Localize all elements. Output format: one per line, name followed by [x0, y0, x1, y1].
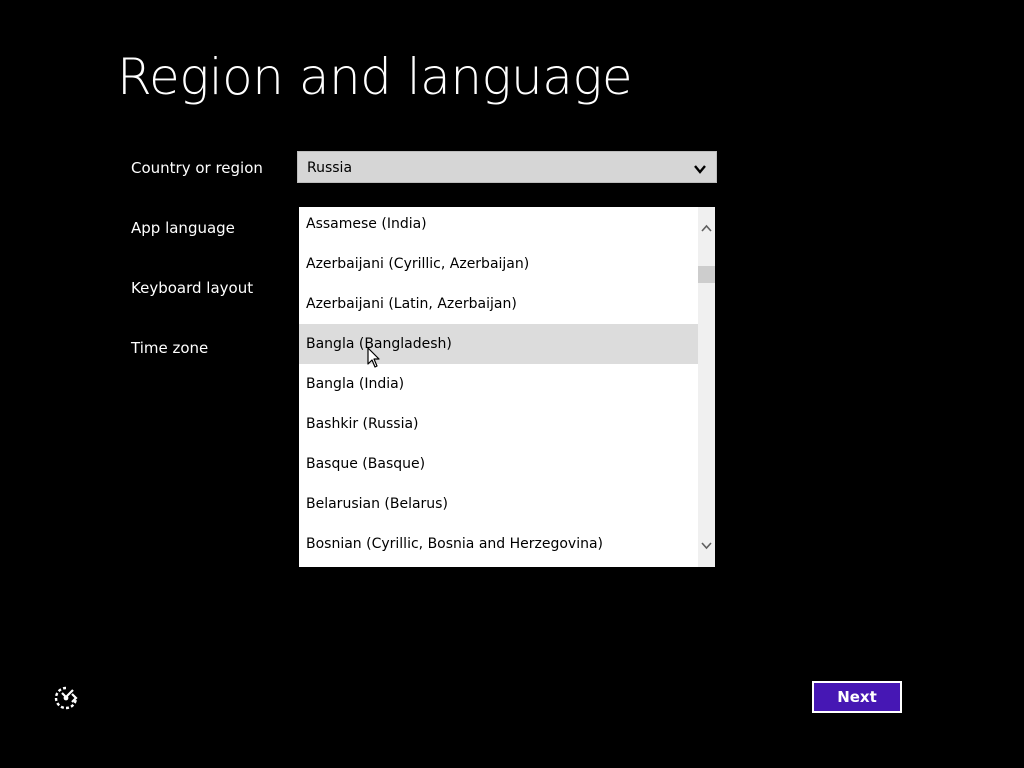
- list-item[interactable]: Basque (Basque): [299, 444, 698, 484]
- list-item-hovered[interactable]: Bangla (Bangladesh): [299, 324, 715, 364]
- dropdown-scrollbar[interactable]: [698, 207, 715, 567]
- setup-page: Region and language Country or region Ap…: [0, 0, 1024, 768]
- list-item[interactable]: Azerbaijani (Cyrillic, Azerbaijan): [299, 244, 698, 284]
- scroll-up-icon[interactable]: [698, 220, 715, 237]
- country-select[interactable]: Russia: [297, 151, 717, 183]
- next-button[interactable]: Next: [812, 681, 902, 713]
- app-language-list: Assamese (India) Azerbaijani (Cyrillic, …: [299, 207, 715, 564]
- app-language-label: App language: [131, 219, 235, 237]
- page-title: Region and language: [117, 48, 633, 106]
- list-item[interactable]: Azerbaijani (Latin, Azerbaijan): [299, 284, 698, 324]
- time-zone-label: Time zone: [131, 339, 209, 357]
- mouse-pointer-icon: [367, 347, 381, 369]
- app-language-dropdown[interactable]: Assamese (India) Azerbaijani (Cyrillic, …: [299, 207, 715, 567]
- country-label: Country or region: [131, 159, 263, 177]
- list-item[interactable]: Belarusian (Belarus): [299, 484, 698, 524]
- keyboard-layout-label: Keyboard layout: [131, 279, 254, 297]
- ease-of-access-icon[interactable]: [52, 684, 80, 712]
- list-item[interactable]: Bashkir (Russia): [299, 404, 698, 444]
- country-select-value: Russia: [307, 160, 353, 176]
- chevron-down-icon[interactable]: [693, 161, 707, 175]
- scroll-down-icon[interactable]: [698, 537, 715, 554]
- scrollbar-thumb[interactable]: [698, 266, 715, 283]
- list-item[interactable]: Assamese (India): [299, 207, 698, 244]
- list-item[interactable]: Bosnian (Cyrillic, Bosnia and Herzegovin…: [299, 524, 698, 564]
- list-item[interactable]: Bangla (India): [299, 364, 698, 404]
